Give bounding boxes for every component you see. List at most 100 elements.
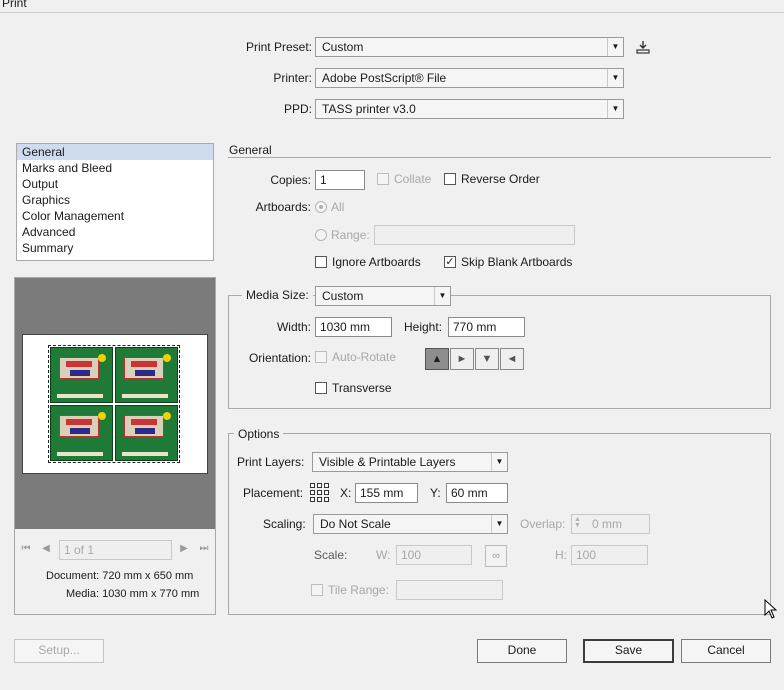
- scale-label: Scale:: [314, 548, 348, 562]
- options-legend: Options: [234, 427, 284, 441]
- category-item-graphics[interactable]: Graphics: [17, 192, 213, 208]
- placement-y-value: 60 mm: [451, 486, 488, 500]
- chevron-down-icon: ▼: [607, 69, 623, 87]
- placement-y-input[interactable]: 60 mm: [446, 483, 508, 503]
- ignore-artboards-label: Ignore Artboards: [332, 255, 421, 269]
- print-layers-dropdown[interactable]: Visible & Printable Layers ▼: [312, 452, 508, 472]
- cancel-button[interactable]: Cancel: [681, 639, 771, 663]
- last-page-icon[interactable]: ⏭: [198, 543, 210, 554]
- scale-w-label: W:: [376, 548, 391, 562]
- height-input[interactable]: 770 mm: [448, 317, 525, 337]
- orientation-portrait-flipped-icon[interactable]: ▼: [475, 348, 499, 370]
- ignore-artboards-checkbox[interactable]: [315, 256, 327, 268]
- category-item-summary[interactable]: Summary: [17, 240, 213, 256]
- save-preset-icon[interactable]: [634, 39, 652, 55]
- copies-input[interactable]: 1: [315, 170, 365, 190]
- artboards-range-label: Range:: [331, 228, 370, 242]
- orientation-landscape-flipped-icon[interactable]: ◄: [500, 348, 524, 370]
- printer-dropdown[interactable]: Adobe PostScript® File ▼: [315, 68, 624, 88]
- media-size-label: Media Size:: [242, 288, 313, 302]
- height-value: 770 mm: [453, 320, 497, 334]
- artboards-label: Artboards:: [255, 200, 311, 214]
- reverse-order-checkbox[interactable]: [444, 173, 456, 185]
- placement-grid-icon[interactable]: [310, 483, 330, 503]
- category-item-general[interactable]: General: [17, 144, 213, 160]
- artboards-range-radio[interactable]: [315, 229, 327, 241]
- print-layers-label: Print Layers:: [237, 455, 305, 469]
- category-item-advanced[interactable]: Advanced: [17, 224, 213, 240]
- orientation-landscape-icon[interactable]: ►: [450, 348, 474, 370]
- media-size-value: Custom: [322, 289, 364, 303]
- previous-page-icon[interactable]: ◀: [40, 543, 52, 554]
- placement-x-input[interactable]: 155 mm: [355, 483, 418, 503]
- ppd-label: PPD:: [283, 102, 312, 116]
- overlap-stepper-icon[interactable]: ▲ ▼: [574, 516, 581, 529]
- scale-h-input[interactable]: 100: [571, 545, 648, 565]
- media-size-dropdown[interactable]: Custom ▼: [315, 286, 451, 306]
- artboards-all-radio[interactable]: [315, 201, 327, 213]
- imageable-area-outline: [48, 345, 180, 463]
- document-size-info: Document: 720 mm x 650 mm: [46, 570, 194, 582]
- chevron-down-icon: ▼: [607, 38, 623, 56]
- chevron-down-icon: ▼: [491, 515, 507, 533]
- done-button[interactable]: Done: [477, 639, 567, 663]
- orientation-label: Orientation:: [248, 351, 311, 365]
- chevron-down-icon: ▼: [434, 287, 450, 305]
- width-label: Width:: [276, 320, 311, 334]
- collate-checkbox[interactable]: [377, 173, 389, 185]
- orientation-portrait-icon[interactable]: ▲: [425, 348, 449, 370]
- first-page-icon[interactable]: ⏮: [20, 543, 32, 554]
- printer-value: Adobe PostScript® File: [322, 71, 447, 85]
- width-value: 1030 mm: [320, 320, 371, 334]
- range-input[interactable]: [374, 225, 575, 245]
- title-divider: [0, 12, 784, 13]
- setup-button[interactable]: Setup...: [14, 639, 104, 663]
- placement-x-label: X:: [340, 486, 352, 500]
- section-divider: [228, 157, 771, 158]
- title-bar: Print: [0, 0, 784, 12]
- window-title: Print: [2, 0, 27, 10]
- transverse-label: Transverse: [332, 381, 392, 395]
- overlap-value: 0 mm: [592, 517, 622, 531]
- category-item-marks-and-bleed[interactable]: Marks and Bleed: [17, 160, 213, 176]
- tile-range-input[interactable]: [396, 580, 503, 600]
- artboards-all-label: All: [331, 200, 345, 214]
- overlap-label: Overlap:: [520, 517, 566, 531]
- scale-h-value: 100: [576, 548, 597, 562]
- transverse-checkbox[interactable]: [315, 382, 327, 394]
- scaling-dropdown[interactable]: Do Not Scale ▼: [313, 514, 508, 534]
- copies-value: 1: [320, 173, 327, 187]
- category-item-color-management[interactable]: Color Management: [17, 208, 213, 224]
- ppd-value: TASS printer v3.0: [322, 102, 416, 116]
- tile-range-label: Tile Range:: [328, 583, 389, 597]
- tile-range-checkbox[interactable]: [311, 584, 323, 596]
- width-input[interactable]: 1030 mm: [315, 317, 392, 337]
- chevron-down-icon: ▼: [491, 453, 507, 471]
- height-label: Height:: [404, 320, 443, 334]
- save-button[interactable]: Save: [583, 639, 674, 663]
- print-layers-value: Visible & Printable Layers: [319, 455, 456, 469]
- print-preset-value: Custom: [322, 40, 364, 54]
- link-icon[interactable]: ∞: [485, 545, 507, 567]
- ppd-dropdown[interactable]: TASS printer v3.0 ▼: [315, 99, 624, 119]
- placement-label: Placement:: [243, 486, 304, 500]
- chevron-down-icon: ▼: [607, 100, 623, 118]
- category-item-output[interactable]: Output: [17, 176, 213, 192]
- placement-x-value: 155 mm: [360, 486, 404, 500]
- scaling-value: Do Not Scale: [320, 517, 391, 531]
- scale-w-input[interactable]: 100: [396, 545, 472, 565]
- next-page-icon[interactable]: ▶: [178, 543, 190, 554]
- category-list[interactable]: General Marks and Bleed Output Graphics …: [16, 143, 214, 261]
- print-preset-label: Print Preset:: [245, 40, 312, 54]
- page-indicator: 1 of 1: [64, 543, 95, 557]
- overlap-input[interactable]: 0 mm: [571, 514, 650, 534]
- printer-label: Printer:: [273, 71, 312, 85]
- auto-rotate-checkbox[interactable]: [315, 351, 327, 363]
- skip-blank-artboards-checkbox[interactable]: ✓: [444, 256, 456, 268]
- reverse-order-label: Reverse Order: [461, 172, 540, 186]
- scale-w-value: 100: [401, 548, 422, 562]
- print-preset-dropdown[interactable]: Custom ▼: [315, 37, 624, 57]
- skip-blank-artboards-label: Skip Blank Artboards: [461, 255, 573, 269]
- scaling-label: Scaling:: [263, 517, 306, 531]
- page-indicator-field[interactable]: 1 of 1: [59, 540, 172, 560]
